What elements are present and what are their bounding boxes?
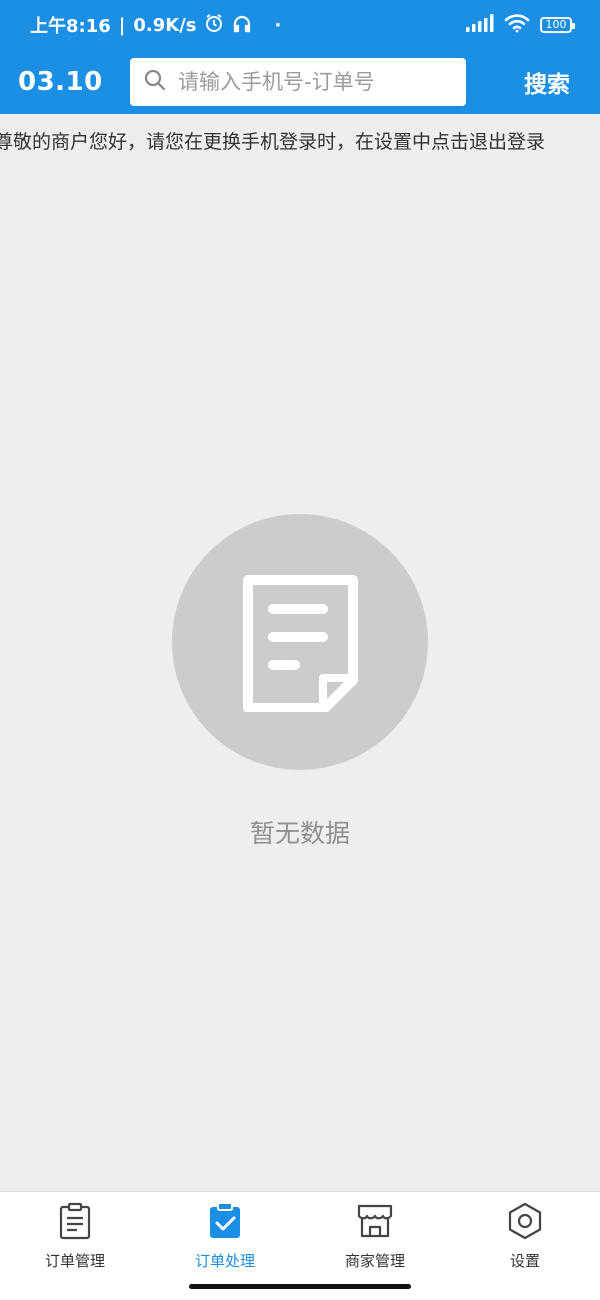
screen: 上午8:16 | 0.9K/s · 100 03.10 请输入手机号-订单号 搜… <box>0 0 600 1300</box>
tab-label: 订单管理 <box>44 1252 105 1270</box>
tab-order-management[interactable]: 订单管理 <box>0 1192 150 1300</box>
empty-text: 暂无数据 <box>249 819 350 848</box>
header: 03.10 搜索 <box>0 50 600 114</box>
status-left: 上午8:16 | 0.9K/s · <box>30 12 281 38</box>
battery-icon: 100 <box>540 17 575 33</box>
signal-icon <box>466 13 494 37</box>
headphones-icon <box>232 13 252 38</box>
status-bar: 上午8:16 | 0.9K/s · 100 <box>0 0 600 50</box>
empty-document-icon <box>172 514 428 770</box>
tab-label: 商家管理 <box>344 1252 405 1270</box>
search-icon <box>144 69 166 95</box>
clipboard-check-icon <box>207 1202 243 1244</box>
search-input[interactable] <box>176 69 450 95</box>
header-date[interactable]: 03.10 <box>18 67 128 97</box>
storefront-icon <box>356 1202 394 1244</box>
alarm-icon <box>204 13 224 38</box>
home-indicator[interactable] <box>189 1284 411 1289</box>
status-time: 上午8:16 <box>30 16 111 37</box>
empty-state: 暂无数据 <box>0 514 600 850</box>
status-net-speed: 0.9K/s <box>133 14 197 36</box>
tab-label: 订单处理 <box>194 1252 255 1270</box>
wifi-icon <box>504 13 530 38</box>
status-right: 100 <box>466 13 575 38</box>
gear-icon <box>506 1202 544 1244</box>
status-separator: | <box>118 14 126 36</box>
tab-settings[interactable]: 设置 <box>450 1192 600 1300</box>
clipboard-list-icon <box>57 1202 93 1244</box>
notice-banner: 尊敬的商户您好，请您在更换手机登录时，在设置中点击退出登录 <box>0 114 600 170</box>
tab-label: 设置 <box>509 1252 540 1270</box>
search-box[interactable] <box>130 58 466 106</box>
status-dot: · <box>274 14 282 36</box>
notice-text: 尊敬的商户您好，请您在更换手机登录时，在设置中点击退出登录 <box>0 131 546 153</box>
search-button[interactable]: 搜索 <box>524 65 570 99</box>
